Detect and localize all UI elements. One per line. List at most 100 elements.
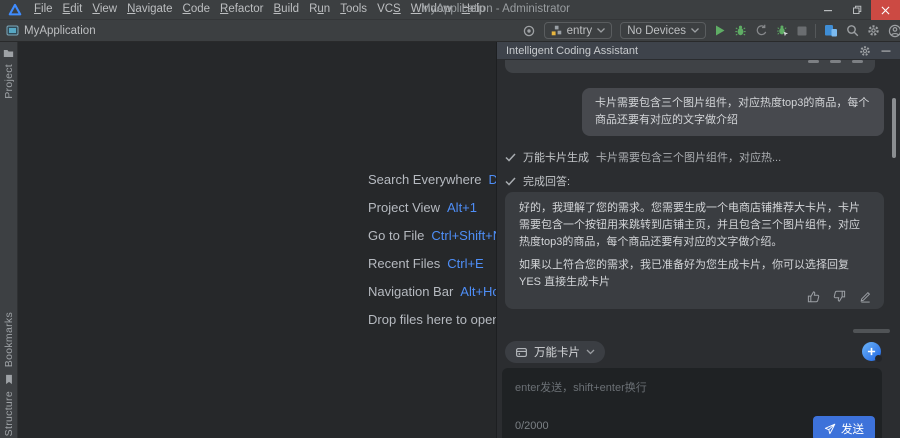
char-counter: 0/2000 (515, 420, 549, 432)
profiler-button[interactable] (776, 24, 789, 37)
sidebar-item-project[interactable]: Project (0, 48, 17, 99)
shortcut-label: Navigation Bar (368, 284, 453, 299)
shortcut-keys: Double Shift (488, 172, 497, 187)
sidebar-item-structure[interactable]: Structure (3, 391, 15, 436)
shortcut-keys: Alt+1 (447, 200, 477, 215)
shortcut-row: Go to FileCtrl+Shift+N (368, 222, 497, 250)
menu-item-tools[interactable]: Tools (335, 0, 372, 19)
menu-item-build[interactable]: Build (269, 0, 305, 19)
shortcut-row: Search Everywhere Double Shift (368, 166, 497, 194)
menu-item-edit[interactable]: Edit (58, 0, 88, 19)
folder-icon (3, 48, 14, 58)
assistant-avatar-button[interactable] (862, 342, 881, 361)
menu-item-file[interactable]: File (29, 0, 58, 19)
shortcut-label: Project View (368, 200, 440, 215)
shortcut-label: Recent Files (368, 256, 440, 271)
send-button[interactable]: 发送 (813, 416, 875, 438)
menu-item-refactor[interactable]: Refactor (215, 0, 268, 19)
stop-button[interactable] (797, 26, 807, 36)
editor-area[interactable]: Search Everywhere Double Shift Project Vie… (18, 42, 497, 438)
input-placeholder: enter发送，shift+enter换行 (502, 368, 882, 406)
shortcut-label: Drop files here to open (368, 312, 497, 327)
shortcut-row: Project View Alt+1 (368, 194, 497, 222)
status-line-complete: 完成回答: (505, 173, 570, 189)
sidebar-item-bookmarks[interactable]: Bookmarks (3, 312, 15, 367)
maximize-button[interactable] (842, 0, 871, 20)
run-config-selector[interactable]: entry (544, 22, 613, 39)
edit-button[interactable] (859, 290, 872, 303)
send-label: 发送 (841, 421, 864, 437)
left-tool-stripe: Project Bookmarks Structure (0, 42, 18, 438)
previous-message-bubble (505, 60, 875, 73)
assistant-message-paragraph: 好的，我理解了您的需求。您需要生成一个电商店铺推荐大卡片，卡片需要包含一个按钮用… (519, 200, 870, 251)
mode-selector[interactable]: 万能卡片 (505, 341, 605, 363)
project-name-breadcrumb[interactable]: MyApplication (24, 25, 96, 37)
shortcut-row: Navigation Bar Alt+Home (368, 278, 497, 306)
resize-handle[interactable] (853, 329, 890, 333)
send-plane-icon (824, 423, 836, 435)
feedback-buttons (807, 290, 872, 303)
status-detail: 卡片需要包含三个图片组件，对应热... (596, 149, 781, 165)
menu-item-navigate[interactable]: Navigate (122, 0, 177, 19)
chat-scrollbar[interactable] (892, 98, 896, 158)
shortcut-keys: Alt+Home (460, 284, 497, 299)
run-button[interactable] (714, 24, 726, 37)
chevron-down-icon (691, 28, 699, 33)
menu-item-code[interactable]: Code (178, 0, 216, 19)
assistant-panel-header: Intelligent Coding Assistant (497, 42, 900, 60)
attach-debugger-icon[interactable] (755, 24, 768, 37)
chevron-down-icon (597, 28, 605, 33)
search-icon[interactable] (846, 24, 859, 37)
shortcut-keys: Ctrl+Shift+N (431, 228, 497, 243)
sidebar-bottom-group: Bookmarks Structure (0, 312, 17, 436)
status-line-generation: 万能卡片生成 卡片需要包含三个图片组件，对应热... (505, 149, 781, 165)
title-bar: FileEditViewNavigateCodeRefactorBuildRun… (0, 0, 900, 20)
device-selector[interactable]: No Devices (620, 22, 706, 39)
settings-gear-icon[interactable] (867, 24, 880, 37)
clipped-feedback-icons (808, 60, 863, 63)
run-config-value: entry (567, 25, 593, 37)
main-toolbar: MyApplication entry No Devices (0, 20, 900, 42)
menu-item-vcs[interactable]: VCS (372, 0, 406, 19)
bookmark-icon (4, 374, 14, 385)
user-message-bubble: 卡片需要包含三个图片组件，对应热度top3的商品，每个商品还要有对应的文字做介绍 (582, 88, 884, 136)
assistant-panel-title: Intelligent Coding Assistant (506, 45, 638, 57)
menu-item-run[interactable]: Run (304, 0, 335, 19)
assistant-message-paragraph: 如果以上符合您的需求，我已准备好为您生成卡片，你可以选择回复 YES 直接生成卡… (519, 257, 870, 291)
debug-button[interactable] (734, 24, 747, 37)
device-selector-value: No Devices (627, 25, 686, 37)
close-button[interactable] (871, 0, 900, 20)
composer: 万能卡片 enter发送，shift+enter换行 0/2000 发送 (497, 330, 900, 438)
profile-icon[interactable] (888, 24, 900, 38)
thumbs-up-button[interactable] (807, 290, 820, 303)
assistant-panel: Intelligent Coding Assistant 卡片需要包含三个图片组… (497, 42, 900, 438)
shortcut-row: Drop files here to open (368, 306, 497, 334)
panel-hide-icon[interactable] (881, 46, 891, 56)
check-icon (505, 153, 516, 162)
shortcut-row: Recent Files Ctrl+E (368, 250, 497, 278)
application-window: FileEditViewNavigateCodeRefactorBuildRun… (0, 0, 900, 438)
menu-item-view[interactable]: View (87, 0, 122, 19)
chat-history[interactable]: 卡片需要包含三个图片组件，对应热度top3的商品，每个商品还要有对应的文字做介绍… (497, 60, 900, 330)
panel-settings-gear-icon[interactable] (859, 45, 871, 57)
status-label: 万能卡片生成 (523, 149, 589, 165)
toolbar-divider (815, 24, 816, 38)
status-label: 完成回答: (523, 173, 570, 189)
editor-shortcuts: Search Everywhere Double Shift Project Vie… (368, 166, 497, 334)
device-target-icon[interactable] (522, 24, 536, 38)
device-manager-icon[interactable] (824, 24, 838, 37)
chevron-down-icon (586, 349, 595, 355)
stripe-label-project: Project (3, 64, 15, 99)
window-title: MyApplication - Administrator (421, 0, 570, 19)
card-generator-icon (515, 346, 528, 359)
plus-icon (867, 347, 876, 356)
shortcut-label: Search Everywhere (368, 172, 481, 187)
shortcut-keys: Ctrl+E (447, 256, 483, 271)
message-input[interactable]: enter发送，shift+enter换行 0/2000 发送 (502, 368, 882, 438)
thumbs-down-button[interactable] (833, 290, 846, 303)
assistant-message-bubble: 好的，我理解了您的需求。您需要生成一个电商店铺推荐大卡片，卡片需要包含一个按钮用… (505, 192, 884, 309)
minimize-button[interactable] (813, 0, 842, 20)
app-logo-icon (8, 3, 22, 17)
mode-selector-value: 万能卡片 (534, 344, 580, 360)
check-icon (505, 177, 516, 186)
